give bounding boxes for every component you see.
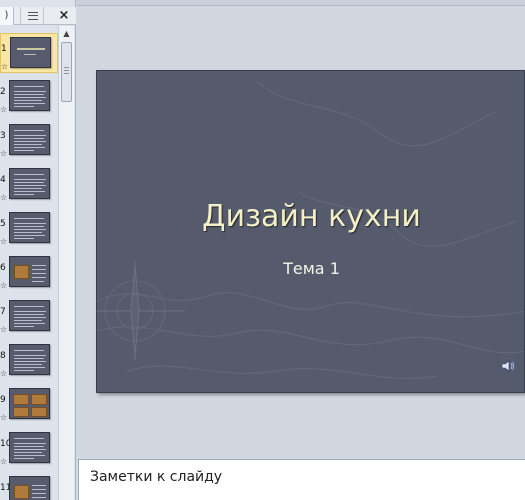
slide-thumbnail[interactable] <box>9 124 50 155</box>
slide-thumbnail-row[interactable]: 5 ☆ <box>0 209 58 249</box>
scrollbar-grip <box>64 67 69 68</box>
slide-thumbnail[interactable] <box>9 80 50 111</box>
outline-icon <box>28 12 38 20</box>
slide-number: 6 <box>0 263 6 273</box>
slide-thumbnail[interactable] <box>9 300 50 331</box>
slide-number: 1 <box>1 44 7 54</box>
slides-pane: ) × 1☆2☆3☆4☆5☆6☆7☆8☆9☆10☆11☆ ▲ <box>0 0 76 500</box>
slide-thumbnail[interactable] <box>9 256 50 287</box>
slide-number: 2 <box>0 87 6 97</box>
slide-thumbnail-row[interactable]: 11☆ <box>0 473 58 500</box>
transition-star-icon: ☆ <box>0 237 8 246</box>
slide-number: 4 <box>0 175 6 185</box>
slide-thumbnail[interactable] <box>9 388 50 419</box>
slide-number: 5 <box>0 219 6 229</box>
transition-star-icon: ☆ <box>1 62 9 71</box>
slide-number: 7 <box>0 307 6 317</box>
transition-star-icon: ☆ <box>0 193 8 202</box>
tab-slides[interactable]: ) <box>0 7 14 25</box>
slide-thumbnail[interactable] <box>10 37 51 68</box>
transition-star-icon: ☆ <box>0 457 8 466</box>
scrollbar-grip <box>64 70 69 71</box>
slide-thumbnails-list: 1☆2☆3☆4☆5☆6☆7☆8☆9☆10☆11☆ <box>0 26 58 500</box>
slide-title[interactable]: Дизайн кухни <box>97 199 524 234</box>
transition-star-icon: ☆ <box>0 105 8 114</box>
slide-thumbnail-row[interactable]: 9 ☆ <box>0 385 58 425</box>
slide-notes-pane[interactable]: Заметки к слайду <box>78 459 525 500</box>
slide-number: 3 <box>0 131 6 141</box>
scroll-up-arrow-icon[interactable]: ▲ <box>60 28 73 40</box>
slide-thumbnail-row[interactable]: 8 ☆ <box>0 341 58 381</box>
slide-thumbnail[interactable] <box>9 432 50 463</box>
pane-tabs: ) × <box>0 7 76 25</box>
slide-thumbnail-row[interactable]: 10 ☆ <box>0 429 58 469</box>
transition-star-icon: ☆ <box>0 369 8 378</box>
slide-editing-area[interactable]: Дизайн кухни Тема 1 <box>77 6 525 457</box>
tab-outline[interactable] <box>20 7 44 25</box>
slide-thumbnail-row[interactable]: 6 ☆ <box>0 253 58 293</box>
scrollbar-thumb[interactable] <box>61 42 72 102</box>
slide-thumbnail-row[interactable]: 1 ☆ <box>0 33 58 73</box>
notes-placeholder[interactable]: Заметки к слайду <box>90 469 222 485</box>
speaker-icon[interactable] <box>501 359 515 373</box>
current-slide[interactable]: Дизайн кухни Тема 1 <box>96 70 525 393</box>
transition-star-icon: ☆ <box>0 413 8 422</box>
transition-star-icon: ☆ <box>0 149 8 158</box>
transition-star-icon: ☆ <box>0 325 8 334</box>
slide-thumbnail-row[interactable]: 2 ☆ <box>0 77 58 117</box>
slide-number: 8 <box>0 351 6 361</box>
scrollbar-grip <box>64 73 69 74</box>
transition-star-icon: ☆ <box>0 281 8 290</box>
slide-thumbnail-row[interactable]: 3 ☆ <box>0 121 58 161</box>
slide-thumbnail-row[interactable]: 7 ☆ <box>0 297 58 337</box>
slide-thumbnail[interactable] <box>9 344 50 375</box>
thumbnails-scrollbar[interactable]: ▲ <box>58 26 74 500</box>
slide-subtitle[interactable]: Тема 1 <box>97 259 524 278</box>
slide-number: 9 <box>0 395 6 405</box>
close-pane-button[interactable]: × <box>56 8 72 24</box>
slide-thumbnail[interactable] <box>9 212 50 243</box>
slide-thumbnail[interactable] <box>9 476 50 500</box>
slide-thumbnail-row[interactable]: 4 ☆ <box>0 165 58 205</box>
slide-thumbnail[interactable] <box>9 168 50 199</box>
